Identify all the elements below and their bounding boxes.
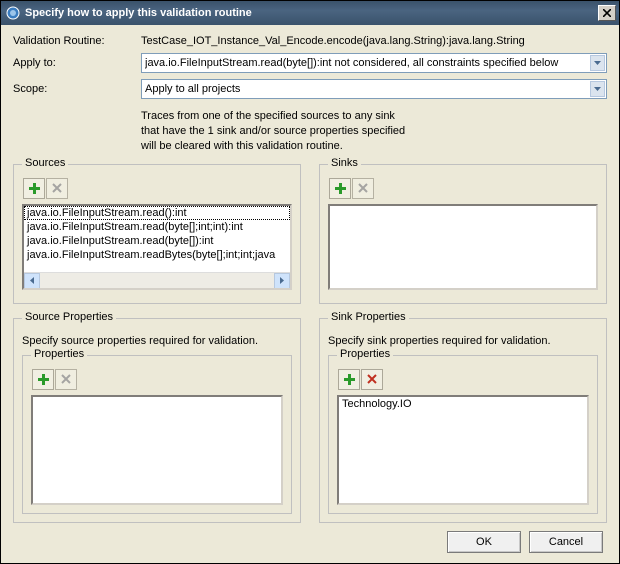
source-props-list[interactable] xyxy=(31,395,283,505)
titlebar: Specify how to apply this validation rou… xyxy=(1,1,619,25)
source-properties-legend: Source Properties xyxy=(22,311,116,323)
list-item[interactable]: java.io.FileInputStream.read(byte[]):int xyxy=(24,234,290,248)
row-apply-to: Apply to: java.io.FileInputStream.read(b… xyxy=(13,53,607,73)
scope-value: Apply to all projects xyxy=(145,83,590,95)
description-text: Traces from one of the specified sources… xyxy=(141,109,607,154)
scope-select[interactable]: Apply to all projects xyxy=(141,79,607,99)
row-validation-routine: Validation Routine: TestCase_IOT_Instanc… xyxy=(13,35,607,47)
sources-sinks-row: Sources java.io.FileInputStream.read():i… xyxy=(13,164,607,304)
list-item[interactable]: java.io.FileInputStream.read():int xyxy=(24,206,290,220)
source-properties-group: Source Properties Specify source propert… xyxy=(13,318,301,523)
sinks-legend: Sinks xyxy=(328,157,361,169)
apply-to-value: java.io.FileInputStream.read(byte[]):int… xyxy=(145,57,590,69)
remove-source-button[interactable] xyxy=(46,178,68,199)
add-sink-prop-button[interactable] xyxy=(338,369,360,390)
apply-to-select[interactable]: java.io.FileInputStream.read(byte[]):int… xyxy=(141,53,607,73)
scroll-track[interactable] xyxy=(40,273,274,288)
sources-legend: Sources xyxy=(22,157,68,169)
sources-toolbar xyxy=(22,177,292,200)
dialog-content: Validation Routine: TestCase_IOT_Instanc… xyxy=(1,25,619,563)
remove-sink-button[interactable] xyxy=(352,178,374,199)
row-scope: Scope: Apply to all projects xyxy=(13,79,607,99)
scroll-right-button[interactable] xyxy=(274,273,290,289)
value-validation-routine: TestCase_IOT_Instance_Val_Encode.encode(… xyxy=(141,35,607,47)
dropdown-arrow-icon xyxy=(590,81,605,97)
sink-properties-group: Sink Properties Specify sink properties … xyxy=(319,318,607,523)
button-row: OK Cancel xyxy=(13,523,607,555)
sink-props-list[interactable]: Technology.IO xyxy=(337,395,589,505)
scroll-left-button[interactable] xyxy=(24,273,40,289)
dialog-title: Specify how to apply this validation rou… xyxy=(25,7,598,19)
sink-properties-sublegend: Properties xyxy=(337,348,393,360)
sink-properties-legend: Sink Properties xyxy=(328,311,409,323)
properties-row: Source Properties Specify source propert… xyxy=(13,318,607,523)
cancel-button[interactable]: Cancel xyxy=(529,531,603,553)
add-source-button[interactable] xyxy=(23,178,45,199)
label-validation-routine: Validation Routine: xyxy=(13,35,141,47)
close-button[interactable] xyxy=(598,5,616,21)
remove-source-prop-button[interactable] xyxy=(55,369,77,390)
add-sink-button[interactable] xyxy=(329,178,351,199)
app-icon xyxy=(5,5,21,21)
dropdown-arrow-icon xyxy=(590,55,605,71)
source-properties-inner: Properties xyxy=(22,355,292,514)
dialog-window: Specify how to apply this validation rou… xyxy=(0,0,620,564)
remove-sink-prop-button[interactable] xyxy=(361,369,383,390)
source-props-toolbar xyxy=(31,368,283,391)
horizontal-scrollbar[interactable] xyxy=(24,272,290,288)
list-item[interactable]: java.io.FileInputStream.read(byte[];int;… xyxy=(24,220,290,234)
sources-list[interactable]: java.io.FileInputStream.read():intjava.i… xyxy=(22,204,292,290)
source-properties-sublegend: Properties xyxy=(31,348,87,360)
label-apply-to: Apply to: xyxy=(13,57,141,69)
label-scope: Scope: xyxy=(13,83,141,95)
source-properties-desc: Specify source properties required for v… xyxy=(22,335,292,347)
sinks-group: Sinks xyxy=(319,164,607,304)
sources-group: Sources java.io.FileInputStream.read():i… xyxy=(13,164,301,304)
sink-properties-inner: Properties Technology.IO xyxy=(328,355,598,514)
sink-properties-desc: Specify sink properties required for val… xyxy=(328,335,598,347)
add-source-prop-button[interactable] xyxy=(32,369,54,390)
ok-button[interactable]: OK xyxy=(447,531,521,553)
sinks-list[interactable] xyxy=(328,204,598,290)
sink-props-toolbar xyxy=(337,368,589,391)
list-item[interactable]: java.io.FileInputStream.readBytes(byte[]… xyxy=(24,248,290,262)
sinks-toolbar xyxy=(328,177,598,200)
list-item[interactable]: Technology.IO xyxy=(339,397,587,411)
